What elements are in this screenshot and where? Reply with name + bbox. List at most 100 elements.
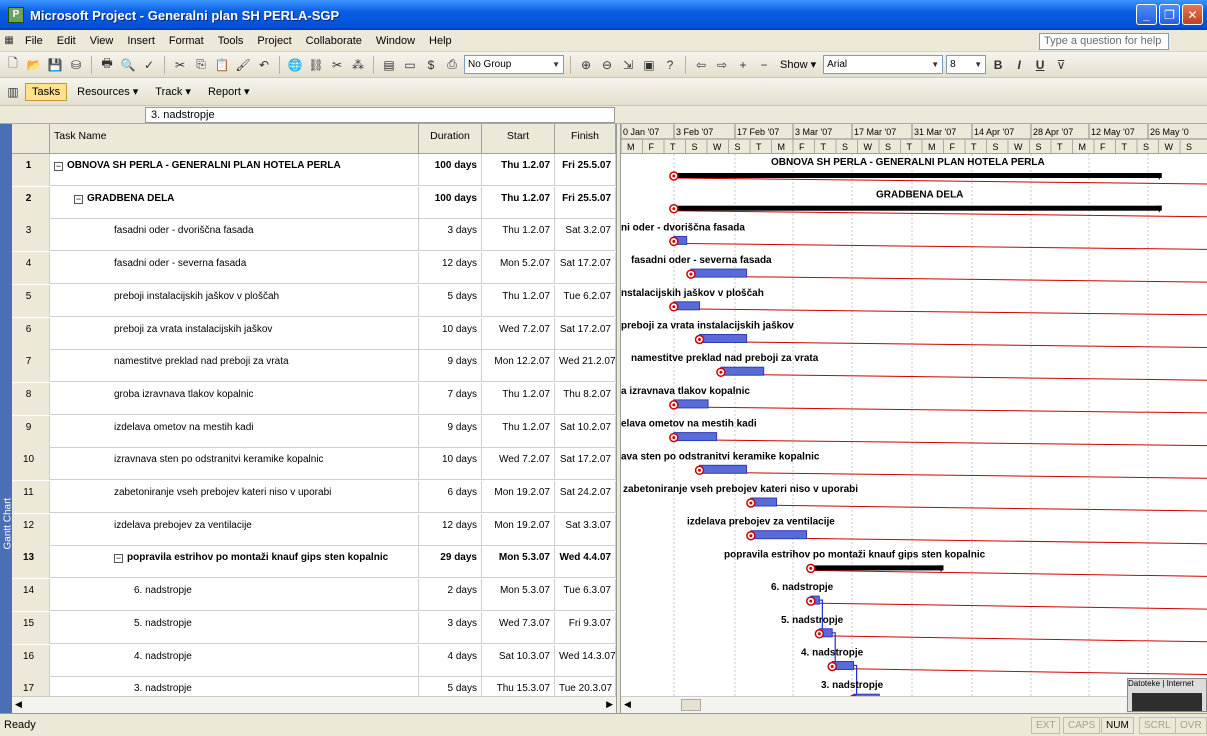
select-all-corner[interactable] xyxy=(12,124,50,154)
duration-cell[interactable]: 2 days xyxy=(419,579,482,612)
column-header-task-name[interactable]: Task Name xyxy=(50,124,419,154)
font-size-combo[interactable]: 8 ▼ xyxy=(946,55,987,74)
task-name-cell[interactable]: izdelava prebojev za ventilacije xyxy=(50,513,419,546)
summary-bar[interactable] xyxy=(810,565,944,571)
row-id[interactable]: 2 xyxy=(12,186,50,219)
row-id[interactable]: 14 xyxy=(12,579,50,612)
task-row[interactable]: 1− OBNOVA SH PERLA - GENERALNI PLAN HOTEL… xyxy=(12,154,616,186)
task-name-cell[interactable]: fasadni oder - severna fasada xyxy=(50,252,419,285)
task-name-cell[interactable]: − GRADBENA DELA xyxy=(50,186,419,219)
scroll-to-task-icon[interactable]: ⇲ xyxy=(619,56,637,74)
finish-cell[interactable]: Tue 6.3.07 xyxy=(555,579,616,612)
task-row[interactable]: 11 zabetoniranje vseh prebojev kateri nis… xyxy=(12,481,616,513)
zoom-out-icon[interactable]: ⊖ xyxy=(598,56,616,74)
close-button[interactable]: ✕ xyxy=(1182,4,1203,25)
task-name-cell[interactable]: izravnava sten po odstranitvi keramike k… xyxy=(50,448,419,481)
task-name-cell[interactable]: zabetoniranje vseh prebojev kateri niso … xyxy=(50,481,419,513)
start-cell[interactable]: Mon 5.3.07 xyxy=(482,546,555,579)
collapse-icon[interactable]: − xyxy=(114,554,123,564)
row-id[interactable]: 7 xyxy=(12,350,50,383)
finish-cell[interactable]: Thu 8.2.07 xyxy=(555,382,616,415)
finish-cell[interactable]: Sat 10.2.07 xyxy=(555,415,616,448)
task-row[interactable]: 10 izravnava sten po odstranitvi keramike… xyxy=(12,448,616,481)
spelling-icon[interactable]: ✓ xyxy=(140,56,158,74)
help-question-input[interactable]: Type a question for help xyxy=(1039,33,1169,50)
task-bar[interactable] xyxy=(699,464,748,474)
task-row[interactable]: 3 fasadni oder - dvoriščna fasada 3 days Th… xyxy=(12,219,616,252)
task-notes-icon[interactable]: ▭ xyxy=(401,56,419,74)
task-name-cell[interactable]: 4. nadstropje xyxy=(50,644,419,677)
menu-insert[interactable]: Insert xyxy=(120,35,162,47)
task-name-cell[interactable]: namestitve preklad nad preboji za vrata xyxy=(50,350,419,383)
filter-icon[interactable]: ⊽ xyxy=(1052,56,1070,74)
guide-report-button[interactable]: Report ▾ xyxy=(201,82,257,101)
task-name-cell[interactable]: groba izravnava tlakov kopalnic xyxy=(50,382,419,415)
task-row[interactable]: 17 3. nadstropje 5 days Thu 15.3.07 Tue 20.3… xyxy=(12,677,616,696)
summary-bar[interactable] xyxy=(673,205,1162,211)
row-id[interactable]: 13 xyxy=(12,546,50,579)
new-icon[interactable]: 🗋 xyxy=(4,56,22,74)
finish-cell[interactable]: Wed 4.4.07 xyxy=(555,546,616,579)
finish-cell[interactable]: Tue 6.2.07 xyxy=(555,284,616,317)
guide-tasks-button[interactable]: Tasks xyxy=(25,82,68,101)
save-icon[interactable]: 💾 xyxy=(46,56,64,74)
assign-resources-icon[interactable]: $ xyxy=(422,56,440,74)
summary-bar[interactable] xyxy=(673,173,1162,178)
row-id[interactable]: 10 xyxy=(12,448,50,481)
minimize-button[interactable]: _ xyxy=(1136,4,1157,25)
cut-icon[interactable]: ✂ xyxy=(171,56,189,74)
row-id[interactable]: 3 xyxy=(12,219,50,252)
guide-toggle-icon[interactable]: ▥ xyxy=(4,83,22,101)
task-row[interactable]: 15 5. nadstropje 3 days Wed 7.3.07 Fri 9.3.0… xyxy=(12,611,616,644)
duration-cell[interactable]: 29 days xyxy=(419,546,482,579)
duration-cell[interactable]: 9 days xyxy=(419,350,482,383)
task-name-cell[interactable]: − popravila estrihov po montaži knauf gip… xyxy=(50,546,419,579)
task-row[interactable]: 5 preboji instalacijskih jaškov v ploščah… xyxy=(12,284,616,317)
italic-icon[interactable]: I xyxy=(1010,56,1028,74)
duration-cell[interactable]: 5 days xyxy=(419,677,482,696)
task-row[interactable]: 13− popravila estrihov po montaži knauf g… xyxy=(12,546,616,579)
task-name-cell[interactable]: 6. nadstropje xyxy=(50,579,419,612)
start-cell[interactable]: Mon 5.2.07 xyxy=(482,252,555,285)
row-id[interactable]: 8 xyxy=(12,382,50,415)
copy-picture-icon[interactable]: ▣ xyxy=(640,56,658,74)
task-name-cell[interactable]: fasadni oder - dvoriščna fasada xyxy=(50,219,419,252)
start-cell[interactable]: Mon 19.2.07 xyxy=(482,481,555,513)
duration-cell[interactable]: 3 days xyxy=(419,611,482,644)
publish-icon[interactable]: ⎙ xyxy=(443,56,461,74)
finish-cell[interactable]: Sat 17.2.07 xyxy=(555,317,616,350)
finish-cell[interactable]: Fri 9.3.07 xyxy=(555,611,616,644)
duration-cell[interactable]: 4 days xyxy=(419,644,482,677)
start-cell[interactable]: Mon 19.2.07 xyxy=(482,513,555,546)
task-name-cell[interactable]: 5. nadstropje xyxy=(50,611,419,644)
show-menu[interactable]: Show ▾ xyxy=(776,58,820,71)
row-id[interactable]: 6 xyxy=(12,317,50,350)
help-icon[interactable]: ? xyxy=(661,56,679,74)
task-row[interactable]: 6 preboji za vrata instalacijskih jaškov 1… xyxy=(12,317,616,350)
taskbar-tab-datoteke[interactable]: Datoteke xyxy=(1128,679,1160,688)
insert-hyperlink-icon[interactable]: 🌐 xyxy=(286,56,304,74)
task-name-cell[interactable]: preboji instalacijskih jaškov v ploščah xyxy=(50,284,419,317)
start-cell[interactable]: Mon 12.2.07 xyxy=(482,350,555,383)
task-row[interactable]: 2− GRADBENA DELA 100 days Thu 1.2.07 Fri 25.… xyxy=(12,186,616,219)
menu-tools[interactable]: Tools xyxy=(211,35,251,47)
task-bar[interactable] xyxy=(699,334,748,343)
finish-cell[interactable]: Wed 14.3.07 xyxy=(555,644,616,677)
undo-icon[interactable]: ↶ xyxy=(255,56,273,74)
outdent-icon[interactable]: ⇦ xyxy=(692,56,710,74)
row-id[interactable]: 11 xyxy=(12,481,50,513)
bold-icon[interactable]: B xyxy=(989,56,1007,74)
task-row[interactable]: 12 izdelava prebojev za ventilacije 12 day… xyxy=(12,513,616,546)
column-header-finish[interactable]: Finish xyxy=(555,124,616,154)
finish-cell[interactable]: Tue 20.3.07 xyxy=(555,677,616,696)
menu-file[interactable]: File xyxy=(18,35,50,47)
show-subtasks-icon[interactable]: + xyxy=(734,56,752,74)
task-row[interactable]: 9 izdelava ometov na mestih kadi 9 days Thu… xyxy=(12,415,616,448)
copy-icon[interactable]: ⎘ xyxy=(192,56,210,74)
project-app-icon[interactable]: P xyxy=(8,7,24,23)
finish-cell[interactable]: Sat 17.2.07 xyxy=(555,252,616,285)
collapse-icon[interactable]: − xyxy=(54,162,63,171)
task-row[interactable]: 14 6. nadstropje 2 days Mon 5.3.07 Tue 6.3.0… xyxy=(12,579,616,612)
unlink-tasks-icon[interactable]: ✂ xyxy=(328,56,346,74)
start-cell[interactable]: Mon 5.3.07 xyxy=(482,579,555,612)
